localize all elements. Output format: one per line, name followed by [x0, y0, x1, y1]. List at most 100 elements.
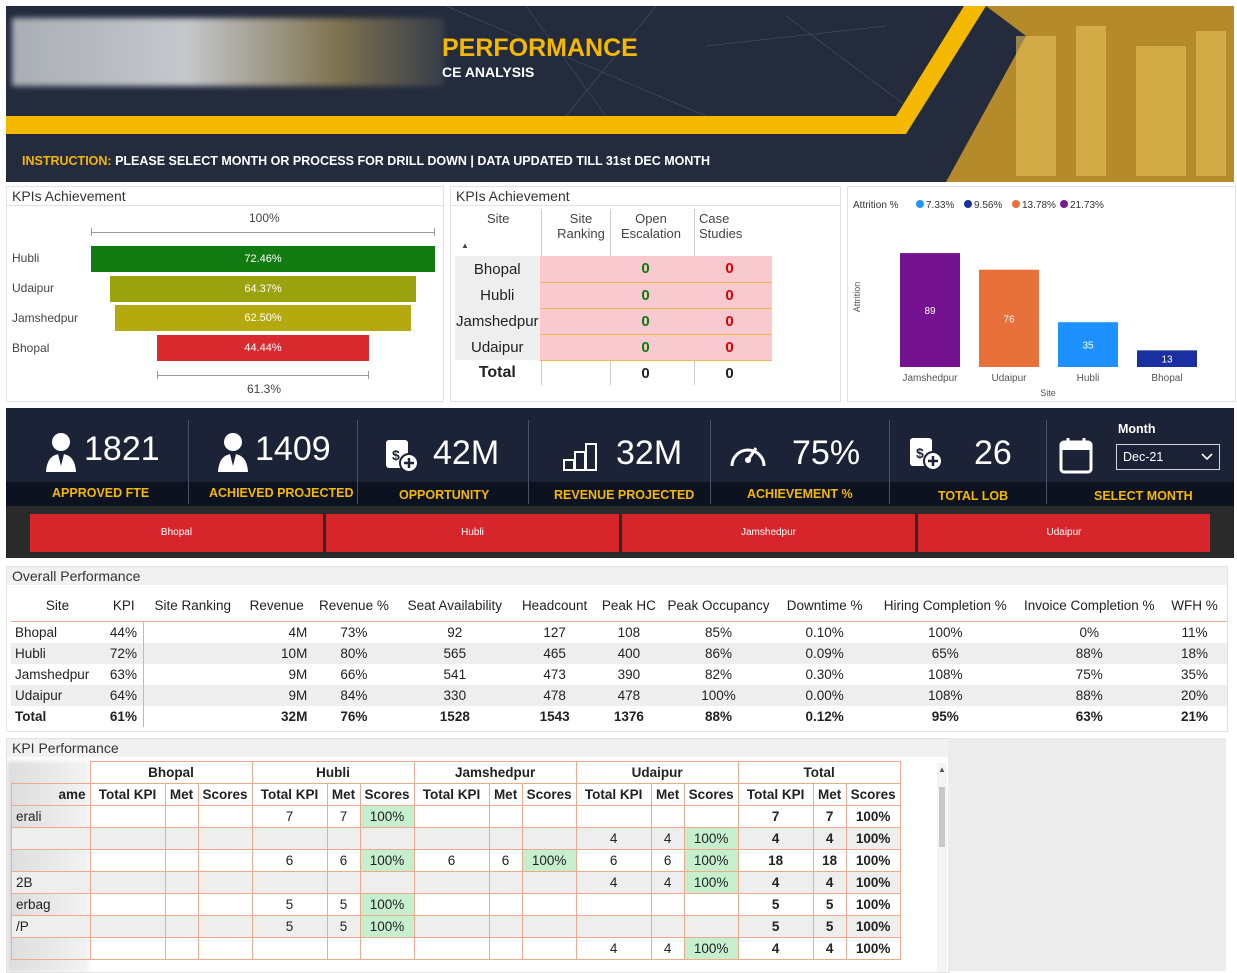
sub-header[interactable]: Met — [164, 783, 199, 806]
col-header[interactable]: Site Ranking — [143, 591, 242, 621]
table-cell: Hubli — [15, 645, 46, 661]
sub-header[interactable]: Met — [326, 783, 361, 806]
table-cell — [650, 915, 685, 938]
table-cell: 5 — [737, 893, 814, 916]
escalation-cell: 0 — [603, 308, 688, 335]
sub-header[interactable]: Scores — [683, 783, 739, 806]
sub-header[interactable]: Total KPI — [89, 783, 166, 806]
sub-header[interactable]: Total KPI — [737, 783, 814, 806]
site-cell: Udaipur — [455, 334, 540, 360]
funnel-bar-jamshedpur[interactable]: 62.50% — [115, 305, 411, 331]
table-cell: 63% — [103, 663, 144, 685]
kpi-achievement-table: Bhopal 0 0 Hubli 0 0 Jamshedpur 0 0 Udaipur 0 0 … — [455, 256, 772, 386]
kpi-value-achievement: 75% — [792, 434, 861, 472]
total-label: Total — [478, 364, 516, 381]
table-cell — [89, 871, 166, 894]
funnel-bar-hubli[interactable]: 72.46% — [91, 246, 435, 272]
table-cell — [488, 893, 523, 916]
month-dropdown[interactable]: Dec-21 — [1116, 444, 1220, 470]
instruction-body: PLEASE SELECT MONTH OR PROCESS FOR DRILL… — [115, 154, 711, 168]
sub-header[interactable]: Total KPI — [575, 783, 652, 806]
site-button-bhopal[interactable]: Bhopal — [30, 514, 323, 552]
sub-header[interactable]: Total KPI — [413, 783, 490, 806]
col-header[interactable]: WFH % — [1162, 591, 1227, 621]
name-header[interactable]: ame — [11, 783, 91, 806]
coins-icon — [563, 443, 597, 471]
table-cell: 6 — [650, 849, 685, 872]
group-header[interactable]: Hubli — [251, 761, 415, 784]
table-cell — [164, 893, 199, 916]
sub-header[interactable]: Met — [488, 783, 523, 806]
table-cell: 5 — [251, 915, 328, 938]
group-header[interactable]: Jamshedpur — [413, 761, 577, 784]
col-header[interactable]: Invoice Completion % — [1017, 591, 1162, 621]
site-button-udaipur[interactable]: Udaipur — [918, 514, 1210, 552]
table-row[interactable]: Udaipur 0 0 — [455, 334, 772, 361]
sub-header[interactable]: Scores — [521, 783, 577, 806]
col-header[interactable]: Peak HC — [596, 591, 662, 621]
total-cell: 1543 — [539, 708, 570, 724]
table-row[interactable]: 6 6 100% 6 6 100% 6 6 100% 18 18 100% — [11, 849, 901, 872]
table-row[interactable]: Jamshedpur 0 0 — [455, 308, 772, 335]
table-cell: 4 — [737, 871, 814, 894]
site-button-hubli[interactable]: Hubli — [326, 514, 619, 552]
sub-header[interactable]: Met — [812, 783, 847, 806]
group-header[interactable]: Total — [737, 761, 901, 784]
sub-header[interactable]: Scores — [197, 783, 253, 806]
scrollbar[interactable]: ▲ — [937, 763, 947, 972]
table-cell: 100% — [845, 893, 901, 916]
table-row[interactable]: 4 4 100% 4 4 100% — [11, 827, 901, 850]
col-header[interactable]: Peak Occupancy — [662, 591, 776, 621]
table-row[interactable]: /P 5 5 100% 5 5 100% — [11, 915, 901, 938]
table-cell — [488, 805, 523, 828]
table-cell: 100% — [683, 827, 739, 850]
table-row[interactable]: Udaipur 64% 9M 84% 330 478 478 100% 0.00% 108% 88%… — [11, 684, 1227, 706]
svg-text:$: $ — [392, 447, 400, 463]
scrollbar-thumb[interactable] — [939, 787, 945, 847]
col-header[interactable]: Downtime % — [775, 591, 874, 621]
table-row[interactable]: Hubli 0 0 — [455, 282, 772, 309]
col-header[interactable]: Revenue — [242, 591, 311, 621]
table-row[interactable]: Jamshedpur 63% 9M 66% 541 473 390 82% 0.30% 108% 7… — [11, 663, 1227, 685]
table-row[interactable]: 4 4 100% 4 4 100% — [11, 937, 901, 960]
scroll-up-icon[interactable]: ▲ — [938, 765, 946, 774]
escalation-cell: 0 — [603, 256, 688, 283]
table-row[interactable]: 2B 4 4 100% 4 4 100% — [11, 871, 901, 894]
group-header[interactable]: Udaipur — [575, 761, 739, 784]
calendar-icon — [1059, 438, 1093, 474]
table-row[interactable]: Hubli 72% 10M 80% 565 465 400 86% 0.09% 65% 88% 18% — [11, 642, 1227, 664]
table-cell: erali — [11, 805, 91, 828]
table-cell: 400 — [617, 645, 641, 661]
col-header-open-escalation[interactable]: Open Escalation — [615, 211, 687, 241]
sort-icon[interactable]: ▲ — [461, 241, 469, 250]
sub-header[interactable]: Met — [650, 783, 685, 806]
col-header[interactable]: Revenue % — [311, 591, 396, 621]
table-row[interactable]: Bhopal 0 0 — [455, 256, 772, 283]
table-cell: 5 — [812, 893, 847, 916]
sub-header[interactable]: Scores — [359, 783, 415, 806]
table-cell — [326, 937, 361, 960]
total-cell: 63% — [1075, 708, 1103, 724]
table-row[interactable]: Bhopal 44% 4M 73% 92 127 108 85% 0.10% 100% 0% 11% — [11, 621, 1227, 643]
group-header[interactable]: Bhopal — [89, 761, 253, 784]
site-button-jamshedpur[interactable]: Jamshedpur — [622, 514, 915, 552]
table-row[interactable]: erali 7 7 100% 7 7 100% — [11, 805, 901, 828]
card-title: KPIs Achievement — [12, 188, 126, 204]
table-cell: 473 — [543, 666, 566, 682]
table-cell — [488, 827, 523, 850]
sub-header[interactable]: Scores — [845, 783, 901, 806]
col-header-case-studies[interactable]: Case Studies — [699, 211, 742, 241]
col-header[interactable]: Seat Availability — [397, 591, 514, 621]
col-header-site-ranking[interactable]: Site Ranking — [553, 211, 609, 241]
col-header[interactable]: Headcount — [513, 591, 596, 621]
col-header[interactable]: KPI — [104, 591, 144, 621]
table-cell — [521, 805, 577, 828]
col-header[interactable]: Hiring Completion % — [874, 591, 1017, 621]
col-header-site[interactable]: Site — [487, 211, 509, 226]
sub-header[interactable]: Total KPI — [251, 783, 328, 806]
table-cell: 0% — [1079, 624, 1100, 640]
col-header[interactable]: Site — [11, 591, 104, 621]
funnel-bar-udaipur[interactable]: 64.37% — [110, 276, 416, 302]
funnel-bar-bhopal[interactable]: 44.44% — [157, 335, 369, 361]
table-row[interactable]: erbag 5 5 100% 5 5 100% — [11, 893, 901, 916]
